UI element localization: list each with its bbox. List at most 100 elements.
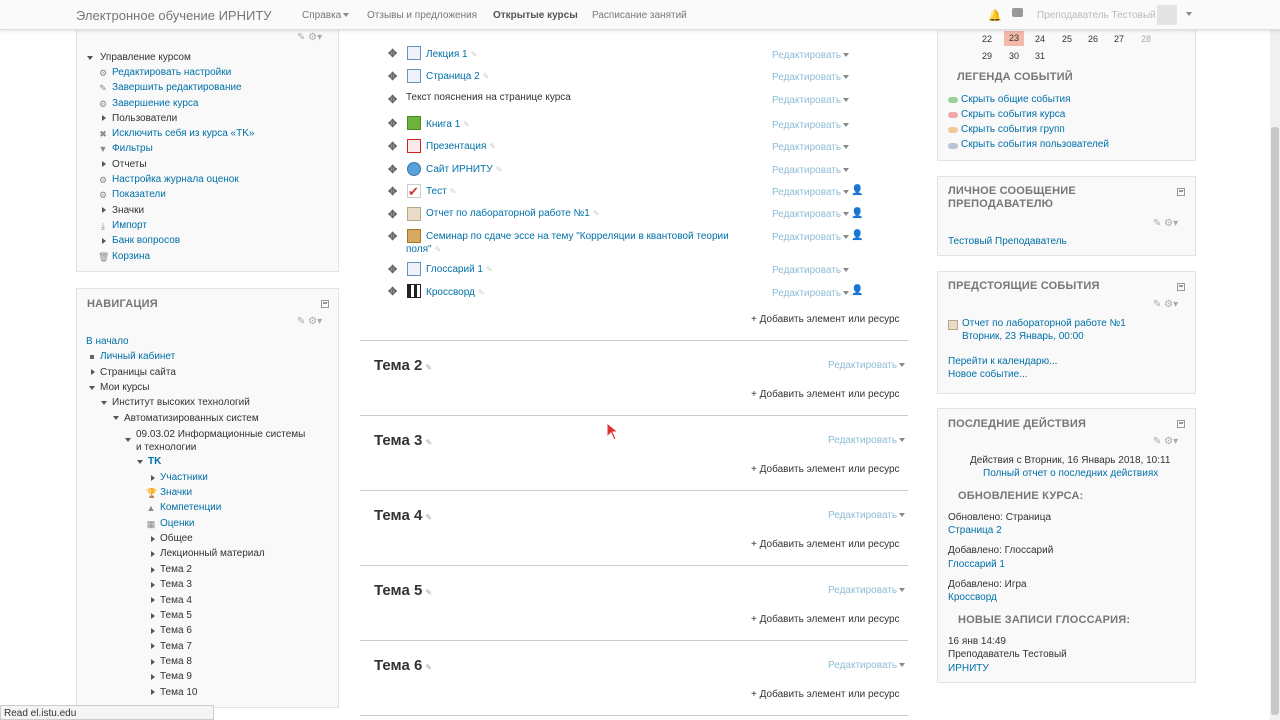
edit-menu[interactable]: Редактировать: [772, 142, 850, 153]
activity-crossword[interactable]: Кроссворд ✎: [426, 287, 485, 298]
user-menu-caret-icon[interactable]: [1186, 12, 1192, 16]
section-edit-menu[interactable]: Редактировать: [828, 510, 906, 521]
activity-lab-report-1[interactable]: Отчет по лабораторной работе №1 ✎: [426, 208, 600, 219]
activity-presentation[interactable]: Презентация ✎: [426, 141, 496, 152]
move-icon[interactable]: ✥: [388, 285, 397, 298]
dock-icon[interactable]: [1177, 188, 1185, 196]
calendar-day-event[interactable]: 23: [1004, 31, 1024, 46]
avatar[interactable]: [1157, 5, 1177, 25]
update-2-link[interactable]: Глоссарий 1: [948, 559, 1005, 570]
nav-department[interactable]: Автоматизированных систем: [124, 413, 259, 424]
site-brand[interactable]: Электронное обучение ИРНИТУ: [76, 8, 272, 23]
calendar-day[interactable]: 26: [1083, 34, 1103, 44]
admin-item-gradebook-setup[interactable]: Настройка журнала оценок: [112, 174, 239, 185]
expand-arrow-icon[interactable]: [151, 536, 155, 542]
legend-hide-course[interactable]: Скрыть события курса: [961, 109, 1065, 120]
nav-dashboard[interactable]: Личный кабинет: [100, 351, 175, 362]
admin-item-outcomes[interactable]: Показатели: [112, 189, 166, 200]
update-1-link[interactable]: Страница 2: [948, 525, 1002, 536]
admin-title[interactable]: Управление курсом: [100, 52, 191, 63]
calendar-day[interactable]: 29: [977, 51, 997, 61]
expand-arrow-icon[interactable]: [151, 643, 155, 649]
expand-arrow-icon[interactable]: [151, 597, 155, 603]
admin-item-recycle-bin[interactable]: Корзина: [112, 251, 150, 262]
dock-icon[interactable]: [1177, 420, 1185, 428]
expand-arrow-icon[interactable]: [102, 115, 106, 121]
activity-seminar-essay-cont[interactable]: поля" ✎: [406, 244, 441, 255]
dock-icon[interactable]: [1177, 283, 1185, 291]
add-activity-button[interactable]: + Добавить элемент или ресурс: [751, 389, 900, 400]
notification-bell-icon[interactable]: 🔔: [988, 9, 1002, 22]
admin-item-import[interactable]: Импорт: [112, 220, 147, 231]
section-edit-menu[interactable]: Редактировать: [828, 585, 906, 596]
activity-quiz[interactable]: Тест ✎: [426, 186, 456, 197]
expand-arrow-icon[interactable]: [151, 582, 155, 588]
activity-lecture-1[interactable]: Лекция 1 ✎: [426, 49, 477, 60]
block-actions-icon[interactable]: ✎ ⚙▾: [1153, 218, 1178, 229]
calendar-day[interactable]: 25: [1057, 34, 1077, 44]
move-icon[interactable]: ✥: [388, 185, 397, 198]
admin-item-finish-editing[interactable]: Завершить редактирование: [112, 82, 242, 93]
add-activity-button[interactable]: + Добавить элемент или ресурс: [751, 689, 900, 700]
nav-grades[interactable]: Оценки: [160, 518, 194, 529]
menu-schedule[interactable]: Расписание занятий: [592, 10, 687, 21]
add-activity-button[interactable]: + Добавить элемент или ресурс: [751, 539, 900, 550]
move-icon[interactable]: ✥: [388, 93, 397, 106]
admin-item-completion[interactable]: Завершение курса: [112, 98, 198, 109]
nav-topic-8[interactable]: Тема 8: [160, 656, 192, 667]
block-actions-icon[interactable]: ✎ ⚙▾: [297, 316, 322, 327]
edit-menu[interactable]: Редактировать: [772, 232, 850, 243]
admin-item-badges[interactable]: Значки: [112, 205, 144, 216]
expand-arrow-icon[interactable]: [151, 475, 155, 481]
section-edit-menu[interactable]: Редактировать: [828, 660, 906, 671]
expand-arrow-icon[interactable]: [102, 161, 106, 167]
menu-help[interactable]: Справка: [302, 10, 350, 21]
expand-arrow-icon[interactable]: [151, 674, 155, 680]
move-icon[interactable]: ✥: [388, 263, 397, 276]
nav-topic-4[interactable]: Тема 4: [160, 595, 192, 606]
move-icon[interactable]: ✥: [388, 47, 397, 60]
edit-menu[interactable]: Редактировать: [772, 209, 850, 220]
move-icon[interactable]: ✥: [388, 163, 397, 176]
nav-home[interactable]: В начало: [86, 336, 129, 347]
expand-arrow-icon[interactable]: [102, 207, 106, 213]
admin-item-users[interactable]: Пользователи: [112, 113, 177, 124]
group-mode-icon[interactable]: 👤: [851, 285, 863, 296]
edit-menu[interactable]: Редактировать: [772, 50, 850, 61]
activity-site-link[interactable]: Сайт ИРНИТУ ✎: [426, 164, 502, 175]
menu-feedback[interactable]: Отзывы и предложения: [367, 10, 477, 21]
calendar-day[interactable]: 28: [1136, 34, 1156, 44]
collapse-arrow-icon[interactable]: [113, 416, 119, 420]
scrollbar-thumb[interactable]: [1271, 127, 1279, 715]
collapse-arrow-icon[interactable]: [137, 460, 143, 464]
section-edit-menu[interactable]: Редактировать: [828, 435, 906, 446]
edit-menu[interactable]: Редактировать: [772, 265, 850, 276]
collapse-arrow-icon[interactable]: [125, 438, 131, 442]
section-edit-menu[interactable]: Редактировать: [828, 360, 906, 371]
legend-hide-groups[interactable]: Скрыть события групп: [961, 124, 1065, 135]
update-3-link[interactable]: Кроссворд: [948, 592, 997, 603]
activity-glossary-1[interactable]: Глоссарий 1 ✎: [426, 264, 493, 275]
nav-my-courses[interactable]: Мои курсы: [100, 382, 150, 393]
activity-page-2[interactable]: Страница 2 ✎: [426, 71, 489, 82]
expand-arrow-icon[interactable]: [151, 659, 155, 665]
legend-hide-global[interactable]: Скрыть общие события: [961, 94, 1071, 105]
upcoming-event-link[interactable]: Отчет по лабораторной работе №1: [962, 318, 1126, 329]
nav-program[interactable]: 09.03.02 Информационные системы и технол…: [136, 428, 311, 454]
collapse-arrow-icon[interactable]: [101, 401, 107, 405]
admin-item-filters[interactable]: Фильтры: [112, 143, 153, 154]
dock-icon[interactable]: [321, 300, 329, 308]
nav-course-tk[interactable]: TK: [148, 456, 161, 467]
nav-topic-9[interactable]: Тема 9: [160, 671, 192, 682]
nav-topic-3[interactable]: Тема 3: [160, 579, 192, 590]
admin-item-edit-settings[interactable]: Редактировать настройки: [112, 67, 231, 78]
block-actions-icon[interactable]: ✎ ⚙▾: [1153, 436, 1178, 447]
expand-arrow-icon[interactable]: [151, 628, 155, 634]
expand-arrow-icon[interactable]: [91, 369, 95, 375]
nav-institute[interactable]: Институт высоких технологий: [112, 397, 250, 408]
collapse-arrow-icon[interactable]: [87, 56, 93, 60]
add-activity-button[interactable]: + Добавить элемент или ресурс: [751, 614, 900, 625]
expand-arrow-icon[interactable]: [151, 567, 155, 573]
edit-menu[interactable]: Редактировать: [772, 288, 850, 299]
group-mode-icon[interactable]: 👤: [851, 230, 863, 241]
